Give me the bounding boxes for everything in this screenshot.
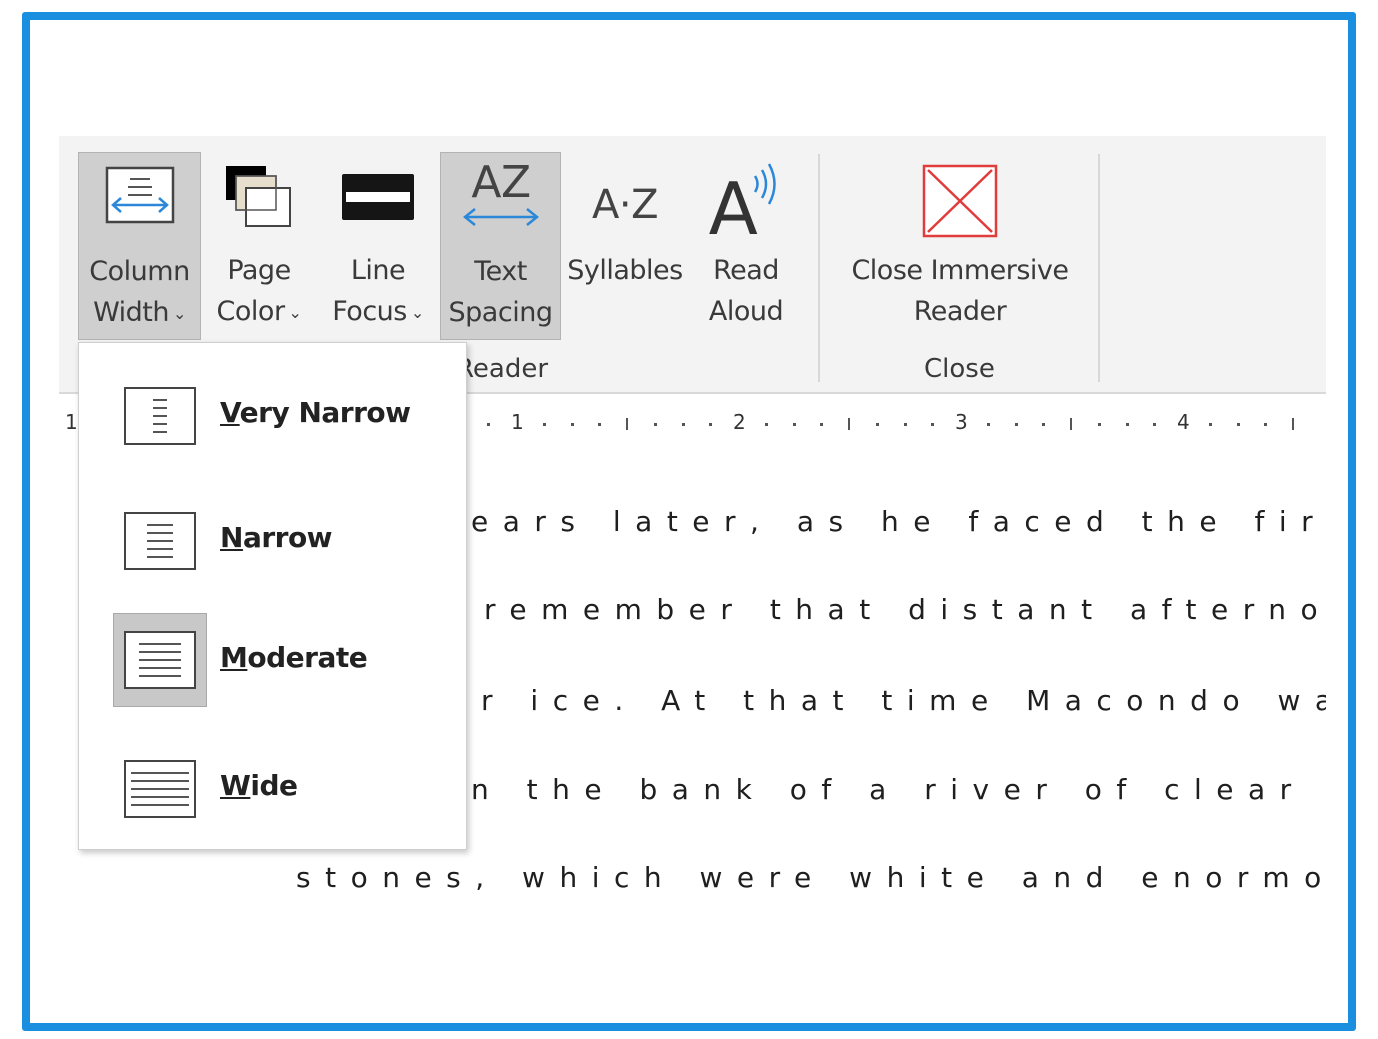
option-icon-frame	[113, 613, 207, 707]
text-spacing-label: Text Spacing	[448, 256, 553, 328]
ruler-dot	[1014, 423, 1018, 426]
menu-option-label: Wide	[220, 769, 298, 802]
line-focus-button[interactable]: Line Focus ⌄	[320, 152, 436, 340]
page-color-icon	[220, 164, 298, 250]
menu-option-label: Moderate	[220, 641, 368, 674]
ruler-dot	[875, 423, 879, 426]
ruler-dot	[487, 423, 491, 426]
ruler-dot	[681, 423, 685, 426]
menu-option-moderate[interactable]: Moderate	[113, 613, 443, 709]
group-label-reader: Reader	[456, 354, 549, 384]
ruler-dot	[986, 423, 990, 426]
page-color-button[interactable]: Page Color ⌄	[205, 152, 313, 340]
ruler-dot	[764, 423, 768, 426]
ruler-dot	[931, 423, 935, 426]
column-width-icon	[104, 165, 176, 237]
text-spacing-button[interactable]: AZ Text Spacing	[440, 152, 561, 340]
column-width-button[interactable]: Column Width ⌄	[78, 152, 201, 340]
syllables-icon: A·Z	[580, 172, 670, 244]
syllables-label: Syllables	[567, 255, 683, 286]
option-icon-frame	[113, 741, 207, 835]
option-icon-frame	[113, 493, 207, 587]
svg-text:AZ: AZ	[471, 157, 530, 208]
ruler-number: 3	[955, 410, 968, 434]
ruler-tick	[1292, 418, 1294, 430]
menu-option-label: Very Narrow	[220, 396, 411, 429]
close-immersive-reader-button[interactable]: Close Immersive Reader	[836, 152, 1084, 340]
document-line: remember that distant afternoon	[484, 593, 1326, 626]
narrow-column-icon	[124, 512, 196, 570]
ruler-dot	[1125, 423, 1129, 426]
menu-option-narrow[interactable]: Narrow	[113, 493, 443, 589]
option-icon-frame	[113, 368, 207, 462]
ribbon-group-separator	[1098, 154, 1100, 382]
ruler-dot	[709, 423, 713, 426]
syllables-button[interactable]: A·Z Syllables	[564, 152, 686, 340]
ruler-dot	[820, 423, 824, 426]
ruler-dot	[1208, 423, 1212, 426]
ruler-dot	[542, 423, 546, 426]
ruler-dot	[1264, 423, 1268, 426]
line-focus-label: Line Focus ⌄	[320, 250, 436, 333]
ribbon-group-separator	[818, 154, 820, 382]
ruler-tick	[1070, 418, 1072, 430]
document-line: n the bank of a river of clear wat	[471, 773, 1326, 806]
ruler-dot	[1153, 423, 1157, 426]
text-spacing-icon: AZ	[455, 157, 547, 249]
chevron-down-icon: ⌄	[410, 303, 424, 322]
ruler-dot	[1042, 423, 1046, 426]
ruler-number: 2	[733, 410, 746, 434]
page-color-label: Page Color ⌄	[205, 250, 313, 333]
group-label-close: Close	[924, 354, 995, 384]
ruler-tick	[848, 418, 850, 430]
read-aloud-button[interactable]: A Read Aloud	[696, 152, 796, 340]
document-line: stones, which were white and enormous,	[296, 861, 1326, 894]
read-aloud-label: Read Aloud	[708, 255, 784, 327]
document-line: ears later, as he faced the firing	[471, 505, 1326, 538]
ruler-number: 4	[1177, 410, 1190, 434]
menu-option-wide[interactable]: Wide	[113, 741, 443, 837]
moderate-column-icon	[124, 631, 196, 689]
close-immersive-reader-label: Close Immersive Reader	[851, 255, 1069, 327]
very-narrow-column-icon	[124, 387, 196, 445]
svg-text:A: A	[709, 167, 758, 242]
menu-option-label: Narrow	[220, 521, 333, 554]
ruler-number: 1	[511, 410, 524, 434]
ruler-number: 1	[65, 410, 78, 434]
read-aloud-icon: A	[703, 158, 789, 254]
column-width-menu: Very Narrow Narrow Moderate Wide	[78, 342, 467, 850]
chevron-down-icon: ⌄	[173, 304, 186, 323]
column-width-label: Column Width ⌄	[79, 251, 200, 334]
ruler-dot	[1097, 423, 1101, 426]
ruler-tick	[626, 418, 628, 430]
wide-column-icon	[124, 760, 196, 818]
line-focus-icon	[340, 164, 416, 238]
ruler-dot	[792, 423, 796, 426]
chevron-down-icon: ⌄	[288, 303, 302, 322]
close-x-icon	[922, 164, 998, 250]
ruler-dot	[570, 423, 574, 426]
ruler-dot	[903, 423, 907, 426]
ruler-dot	[598, 423, 602, 426]
ruler-dot	[653, 423, 657, 426]
ruler-dot	[1236, 423, 1240, 426]
menu-option-very-narrow[interactable]: Very Narrow	[113, 368, 443, 464]
document-line: r ice. At that time Macondo was a	[481, 684, 1326, 717]
svg-text:A·Z: A·Z	[592, 182, 658, 228]
